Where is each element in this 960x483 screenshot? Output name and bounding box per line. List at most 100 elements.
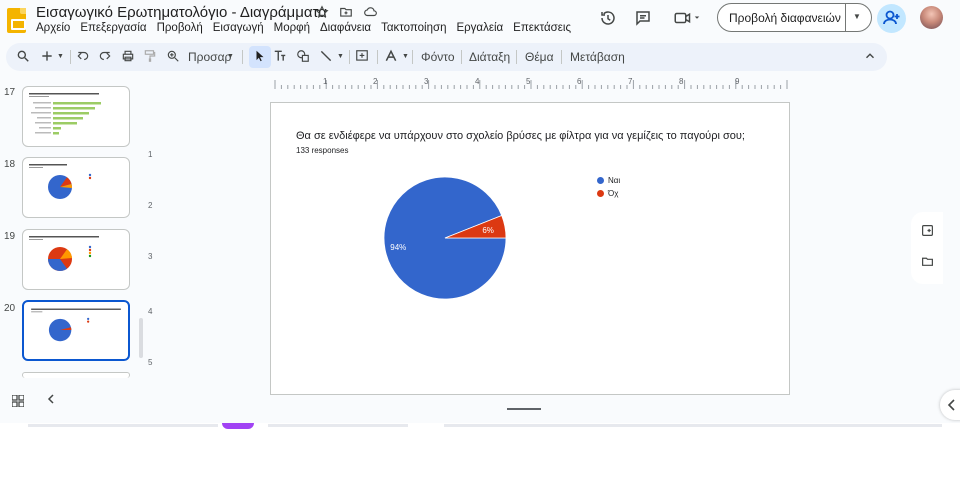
- ruler-label: 4: [475, 77, 480, 86]
- menu-slide[interactable]: Διαφάνεια: [320, 22, 377, 34]
- new-slide-icon[interactable]: [40, 49, 54, 65]
- chart-style-dropdown-icon[interactable]: ▼: [402, 49, 409, 65]
- ruler-label: 5: [148, 358, 153, 367]
- menu-bar: Αρχείο Επεξεργασία Προβολή Εισαγωγή Μορφ…: [36, 22, 581, 34]
- new-slide-dropdown-icon[interactable]: ▼: [57, 49, 64, 65]
- title-bar: Εισαγωγικό Ερωτηματολόγιο - Διαγράμματα …: [0, 0, 960, 42]
- menu-view[interactable]: Προβολή: [157, 22, 209, 34]
- menu-tools[interactable]: Εργαλεία: [456, 22, 509, 34]
- menu-insert[interactable]: Εισαγωγή: [213, 22, 270, 34]
- ruler-label: 4: [148, 307, 153, 316]
- account-avatar[interactable]: [920, 6, 943, 29]
- horizontal-ruler[interactable]: 1 2 3 4 5 6 7 8 9: [270, 77, 790, 89]
- star-icon[interactable]: [314, 5, 330, 21]
- text-box-icon[interactable]: [273, 49, 287, 65]
- slide-canvas[interactable]: Θα σε ενδιέφερε να υπάρχουν στο σχολείο …: [270, 102, 790, 395]
- slide-thumbnail[interactable]: [22, 229, 130, 290]
- toolbar-divider: [349, 50, 350, 64]
- slide-thumbnail-preview: [31, 308, 121, 342]
- legend-swatch: [597, 177, 604, 185]
- toolbar-divider: [516, 50, 517, 64]
- ruler-label: 9: [735, 77, 740, 86]
- undo-icon[interactable]: [76, 49, 90, 65]
- toolbar: ▼ Προσαρ ▼ ▼ ▼ Φόντο Διάταξη Θέμα Μετάβα…: [6, 43, 887, 71]
- menu-extensions[interactable]: Επεκτάσεις: [513, 22, 577, 34]
- meet-icon[interactable]: [673, 9, 703, 27]
- menu-arrange[interactable]: Τακτοποίηση: [381, 22, 452, 34]
- collapse-toolbar-icon[interactable]: [863, 49, 877, 65]
- move-to-folder-icon[interactable]: [338, 5, 354, 21]
- slide-thumbnail-partial[interactable]: [22, 372, 130, 378]
- slides-app: Εισαγωγικό Ερωτηματολόγιο - Διαγράμματα …: [0, 0, 960, 483]
- bottom-divider: [268, 424, 408, 427]
- menu-edit[interactable]: Επεξεργασία: [80, 22, 152, 34]
- slide-thumbnail-preview: [29, 236, 99, 271]
- side-panel-toggle[interactable]: [940, 390, 960, 420]
- paint-format-icon[interactable]: [143, 49, 157, 65]
- ruler-label: 1: [323, 77, 328, 86]
- chevron-left-icon: [947, 399, 955, 411]
- ruler-label: 2: [148, 201, 153, 210]
- redo-icon[interactable]: [98, 49, 112, 65]
- toolbar-divider: [461, 50, 462, 64]
- legend-label: Όχ: [608, 189, 619, 198]
- version-history-icon[interactable]: [599, 9, 617, 27]
- ruler-label: 6: [577, 77, 582, 86]
- slides-logo-icon[interactable]: [7, 8, 26, 33]
- ruler-label: 2: [373, 77, 378, 86]
- title-icons: [314, 5, 378, 21]
- theme-button[interactable]: Θέμα: [525, 49, 554, 65]
- keep-notes-icon[interactable]: [921, 224, 934, 237]
- background-button[interactable]: Φόντο: [421, 49, 455, 65]
- slide-thumbnail-preview: [29, 164, 92, 199]
- folder-icon[interactable]: [921, 255, 934, 268]
- collapse-filmstrip-icon[interactable]: [46, 393, 56, 408]
- slide-number: 19: [4, 231, 16, 242]
- slide-thumbnail-selected[interactable]: [22, 300, 130, 361]
- print-icon[interactable]: [121, 49, 135, 65]
- ruler-label: 3: [148, 252, 153, 261]
- slide-thumbnail[interactable]: [22, 86, 130, 147]
- zoom-dropdown-icon[interactable]: ▼: [227, 49, 234, 65]
- line-icon[interactable]: [319, 49, 333, 65]
- add-comment-icon[interactable]: [355, 49, 369, 65]
- menu-format[interactable]: Μορφή: [274, 22, 316, 34]
- document-title[interactable]: Εισαγωγικό Ερωτηματολόγιο - Διαγράμματα: [36, 4, 327, 21]
- grid-view-icon[interactable]: [11, 394, 25, 408]
- shape-icon[interactable]: [296, 49, 310, 65]
- menu-file[interactable]: Αρχείο: [36, 22, 76, 34]
- ruler-label: 1: [148, 150, 153, 159]
- speaker-notes-handle[interactable]: [507, 408, 541, 410]
- layout-button[interactable]: Διάταξη: [469, 49, 510, 65]
- slide-number: 18: [4, 159, 16, 170]
- toolbar-divider: [70, 50, 71, 64]
- cloud-status-icon[interactable]: [362, 5, 378, 21]
- slide-number: 17: [4, 87, 16, 98]
- slide-thumbnail-preview: [29, 93, 101, 135]
- slideshow-button[interactable]: Προβολή διαφανειών ▼: [717, 3, 872, 32]
- zoom-icon[interactable]: [166, 49, 180, 65]
- slideshow-dropdown-icon[interactable]: ▼: [853, 12, 861, 21]
- pie-chart[interactable]: 94% 6%: [271, 103, 791, 396]
- comments-icon[interactable]: [634, 9, 652, 27]
- slide-filmstrip[interactable]: 17 18 19 20: [0, 77, 150, 407]
- share-button[interactable]: [877, 4, 906, 33]
- pie-slice-label: 94%: [390, 243, 406, 252]
- pie-slice-label: 6%: [482, 226, 494, 235]
- line-dropdown-icon[interactable]: ▼: [337, 49, 344, 65]
- slide-number: 20: [4, 303, 16, 314]
- legend-item: Όχ: [597, 189, 618, 198]
- ruler-label: 7: [628, 77, 633, 86]
- vertical-ruler[interactable]: 1 2 3 4 5: [146, 103, 156, 395]
- search-menus-icon[interactable]: [16, 49, 30, 65]
- select-cursor-icon[interactable]: [253, 49, 267, 65]
- zoom-select[interactable]: Προσαρ: [188, 49, 231, 65]
- ruler-label: 3: [424, 77, 429, 86]
- ruler-label: 8: [679, 77, 684, 86]
- slide-thumbnail[interactable]: [22, 157, 130, 218]
- filmstrip-scrollbar[interactable]: [139, 318, 143, 358]
- chart-style-icon[interactable]: [384, 49, 398, 65]
- legend-label: Ναι: [608, 176, 621, 185]
- taskbar-app-icon[interactable]: [222, 423, 254, 429]
- transition-button[interactable]: Μετάβαση: [570, 49, 625, 65]
